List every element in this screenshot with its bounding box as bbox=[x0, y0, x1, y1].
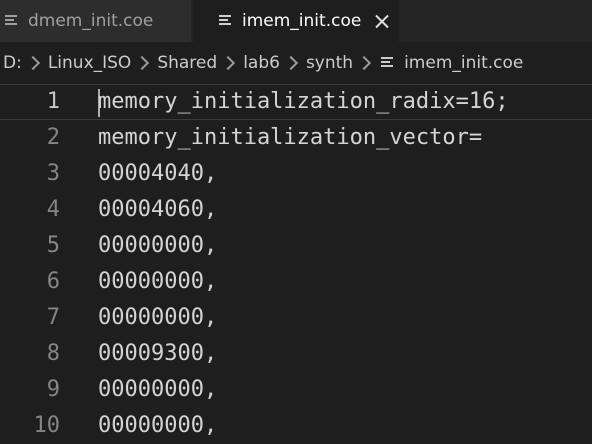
code-line[interactable]: 8 00009300, bbox=[0, 336, 592, 372]
line-number: 1 bbox=[46, 89, 60, 114]
code-text[interactable]: 00009300, bbox=[98, 336, 217, 372]
close-icon[interactable] bbox=[374, 13, 390, 29]
code-line[interactable]: 6 00000000, bbox=[0, 264, 592, 300]
code-text[interactable]: 00004040, bbox=[98, 156, 217, 192]
tab-imem-init[interactable]: imem_init.coe bbox=[193, 0, 399, 42]
line-number: 5 bbox=[46, 233, 60, 258]
code-text[interactable]: 00000000, bbox=[98, 264, 217, 300]
line-number: 2 bbox=[46, 125, 60, 150]
line-number: 8 bbox=[46, 341, 60, 366]
tab-label: dmem_init.coe bbox=[28, 11, 154, 31]
chevron-right-icon bbox=[221, 55, 236, 71]
tab-label: imem_init.coe bbox=[242, 11, 362, 31]
code-text[interactable]: 00000000, bbox=[98, 300, 217, 336]
code-editor[interactable]: 1 memory_initialization_radix=16; 2 memo… bbox=[0, 84, 592, 439]
line-number: 9 bbox=[46, 377, 60, 402]
line-number: 4 bbox=[46, 197, 60, 222]
line-number: 7 bbox=[46, 305, 60, 330]
file-lines-icon bbox=[5, 14, 19, 28]
code-line[interactable]: 4 00004060, bbox=[0, 192, 592, 228]
tab-dmem-init[interactable]: dmem_init.coe bbox=[0, 0, 192, 42]
code-text[interactable]: memory_initialization_radix=16; bbox=[98, 85, 509, 119]
breadcrumb-item-linux-iso[interactable]: Linux_ISO bbox=[48, 53, 132, 73]
chevron-right-icon bbox=[135, 55, 150, 71]
code-line[interactable]: 1 memory_initialization_radix=16; bbox=[0, 84, 592, 120]
code-line[interactable]: 9 00000000, bbox=[0, 372, 592, 408]
code-line[interactable]: 3 00004040, bbox=[0, 156, 592, 192]
breadcrumb-item-drive[interactable]: D: bbox=[3, 53, 22, 73]
tab-bar: dmem_init.coe imem_init.coe bbox=[0, 0, 592, 42]
breadcrumb-item-synth[interactable]: synth bbox=[306, 53, 353, 73]
line-number: 3 bbox=[46, 161, 60, 186]
chevron-right-icon bbox=[25, 55, 40, 71]
code-line[interactable]: 7 00000000, bbox=[0, 300, 592, 336]
breadcrumb-item-lab6[interactable]: lab6 bbox=[243, 53, 280, 73]
code-text[interactable]: 00000000, bbox=[98, 228, 217, 264]
code-line[interactable]: 2 memory_initialization_vector= bbox=[0, 120, 592, 156]
code-text[interactable]: 00000000, bbox=[98, 372, 217, 408]
file-lines-icon bbox=[381, 56, 395, 70]
line-number: 6 bbox=[46, 269, 60, 294]
chevron-right-icon bbox=[357, 55, 372, 71]
code-line[interactable]: 5 00000000, bbox=[0, 228, 592, 264]
breadcrumb-item-shared[interactable]: Shared bbox=[157, 53, 217, 73]
chevron-right-icon bbox=[283, 55, 299, 71]
breadcrumb: D: Linux_ISO Shared lab6 synth imem_init… bbox=[0, 42, 592, 84]
code-text[interactable]: 00004060, bbox=[98, 192, 217, 228]
file-lines-icon bbox=[219, 14, 233, 28]
code-text[interactable]: memory_initialization_vector= bbox=[98, 120, 482, 156]
breadcrumb-item-file[interactable]: imem_init.coe bbox=[404, 53, 523, 73]
